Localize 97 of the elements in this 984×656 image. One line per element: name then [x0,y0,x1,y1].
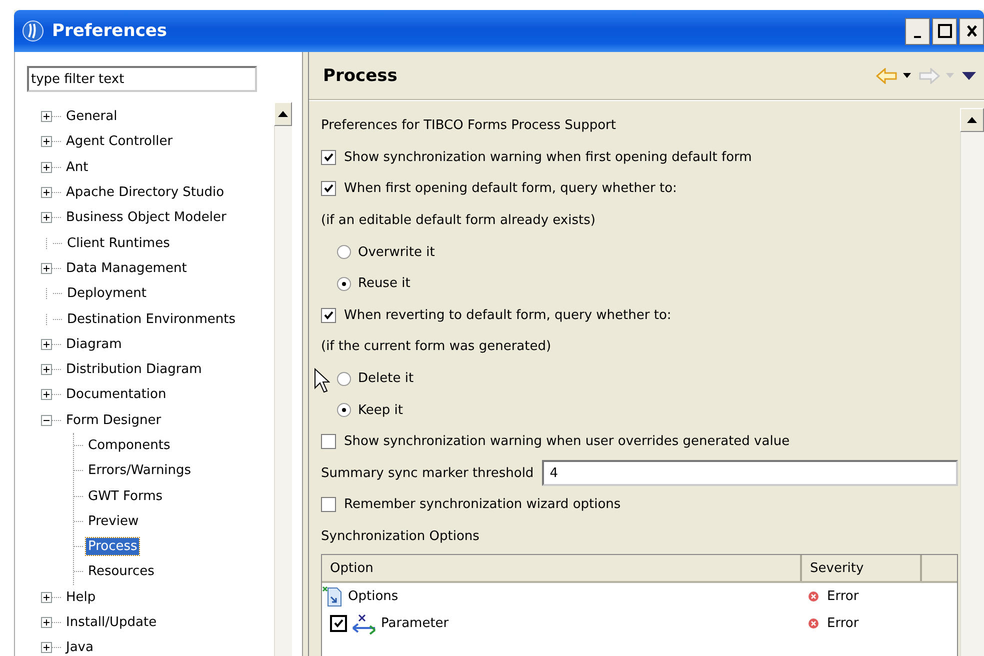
check-icon [323,310,334,321]
section-label: (if an editable default form already exists) [321,213,596,228]
tree-item[interactable]: Data Management [64,260,189,277]
window-title: Preferences [52,21,168,41]
option-name: Parameter [381,616,449,632]
sash[interactable] [302,52,309,656]
expand-icon[interactable] [41,187,52,198]
checkbox-label[interactable]: Remember synchronization wizard options [344,497,621,512]
check-icon [323,183,334,194]
field-label: Summary sync marker threshold [321,466,534,481]
view-menu-button[interactable] [962,72,976,80]
checkbox[interactable] [321,308,336,323]
caret-icon [903,73,911,78]
app-icon [22,20,44,42]
tree-item[interactable]: Components [86,437,172,454]
threshold-field[interactable]: 4 [542,460,958,486]
tree-item[interactable]: Deployment [65,285,149,302]
maximize-button[interactable] [932,18,957,44]
radio-label[interactable]: Delete it [358,371,414,386]
column-header[interactable]: Option [322,555,802,582]
collapse-icon[interactable] [41,414,52,426]
arrow-icon [919,68,941,84]
expand-icon[interactable] [41,162,52,173]
severity-text: Error [827,616,859,632]
severity-text: Error [827,589,859,604]
radio-button[interactable] [337,276,351,291]
caret-icon [946,73,954,78]
checkbox-label[interactable]: When first opening default form, query whether to: [344,181,677,196]
checkbox-label[interactable]: Show synchronization warning when user overrides generated value [344,434,790,450]
maximize-icon [938,24,952,38]
tree-item[interactable]: Ant [64,158,90,176]
up-arrow-icon [278,111,288,117]
radio-button[interactable] [337,245,351,260]
expand-icon[interactable] [41,389,52,400]
document-icon [322,586,344,608]
expand-icon[interactable] [41,111,52,122]
radio-label[interactable]: Reuse it [358,276,410,292]
tree-item[interactable]: Distribution Diagram [64,361,204,378]
tree-item[interactable]: General [64,108,120,126]
checkbox[interactable] [321,434,336,450]
scroll-up-button[interactable] [960,108,984,132]
tree-item[interactable]: Java [64,639,96,656]
page-title: Process [323,66,398,86]
expand-icon[interactable] [41,262,52,274]
expand-icon[interactable] [41,642,52,654]
tree-item[interactable]: Apache Directory Studio [64,184,226,202]
error-icon [808,591,819,602]
radio-button[interactable] [337,403,351,418]
tree-item[interactable]: Form Designer [64,412,164,429]
filter-field[interactable]: type filter text [27,66,257,92]
tree-item[interactable]: Diagram [64,336,124,353]
up-arrow-icon [967,117,977,123]
check-icon [333,618,344,630]
section-label: (if the current form was generated) [321,339,552,354]
expand-icon[interactable] [41,364,52,376]
tree-item[interactable]: Documentation [64,386,168,404]
tree-item[interactable]: Resources [86,563,156,580]
back-button[interactable] [876,68,911,84]
tree-item[interactable]: Help [64,588,98,606]
arrows-icon [351,612,377,635]
checkbox[interactable] [330,615,347,632]
expand-icon[interactable] [41,617,52,628]
tree-item[interactable]: Client Runtimes [65,234,172,252]
checkbox[interactable] [321,497,336,512]
expand-icon[interactable] [41,592,52,603]
close-button[interactable] [959,18,984,44]
checkbox-label[interactable]: Show synchronization warning when first opening default form [344,150,752,165]
tree-item[interactable]: Process [86,538,140,556]
column-header[interactable]: Severity [802,555,922,582]
tree-item[interactable]: GWT Forms [86,488,165,505]
scroll-up-button[interactable] [274,102,292,126]
error-icon [808,618,819,630]
radio-label[interactable]: Overwrite it [358,244,435,260]
expand-icon[interactable] [41,136,52,148]
tree-item[interactable]: Install/Update [64,614,159,632]
radio-button[interactable] [337,372,351,386]
expand-icon[interactable] [41,212,52,224]
tree-item[interactable]: Preview [86,512,141,530]
tree-item[interactable]: Business Object Modeler [64,209,228,226]
tree-item[interactable]: Destination Environments [65,310,238,328]
pointer-icon [314,368,330,394]
checkbox[interactable] [321,150,336,165]
expand-icon[interactable] [41,338,52,350]
option-name: Options [348,589,398,604]
close-icon [966,24,978,38]
section-label: Preferences for TIBCO Forms Process Support [321,118,616,134]
arrow-icon [876,68,898,84]
section-label: Synchronization Options [321,529,480,544]
radio-label[interactable]: Keep it [358,402,403,418]
caret-icon [962,72,976,80]
minimize-button[interactable] [905,18,930,44]
checkbox[interactable] [321,181,336,196]
tree-item[interactable]: Errors/Warnings [86,462,194,480]
check-icon [323,152,334,163]
tree-item[interactable]: Agent Controller [64,133,175,150]
minimize-icon [914,36,921,38]
checkbox-label[interactable]: When reverting to default form, query whether to: [344,308,672,323]
